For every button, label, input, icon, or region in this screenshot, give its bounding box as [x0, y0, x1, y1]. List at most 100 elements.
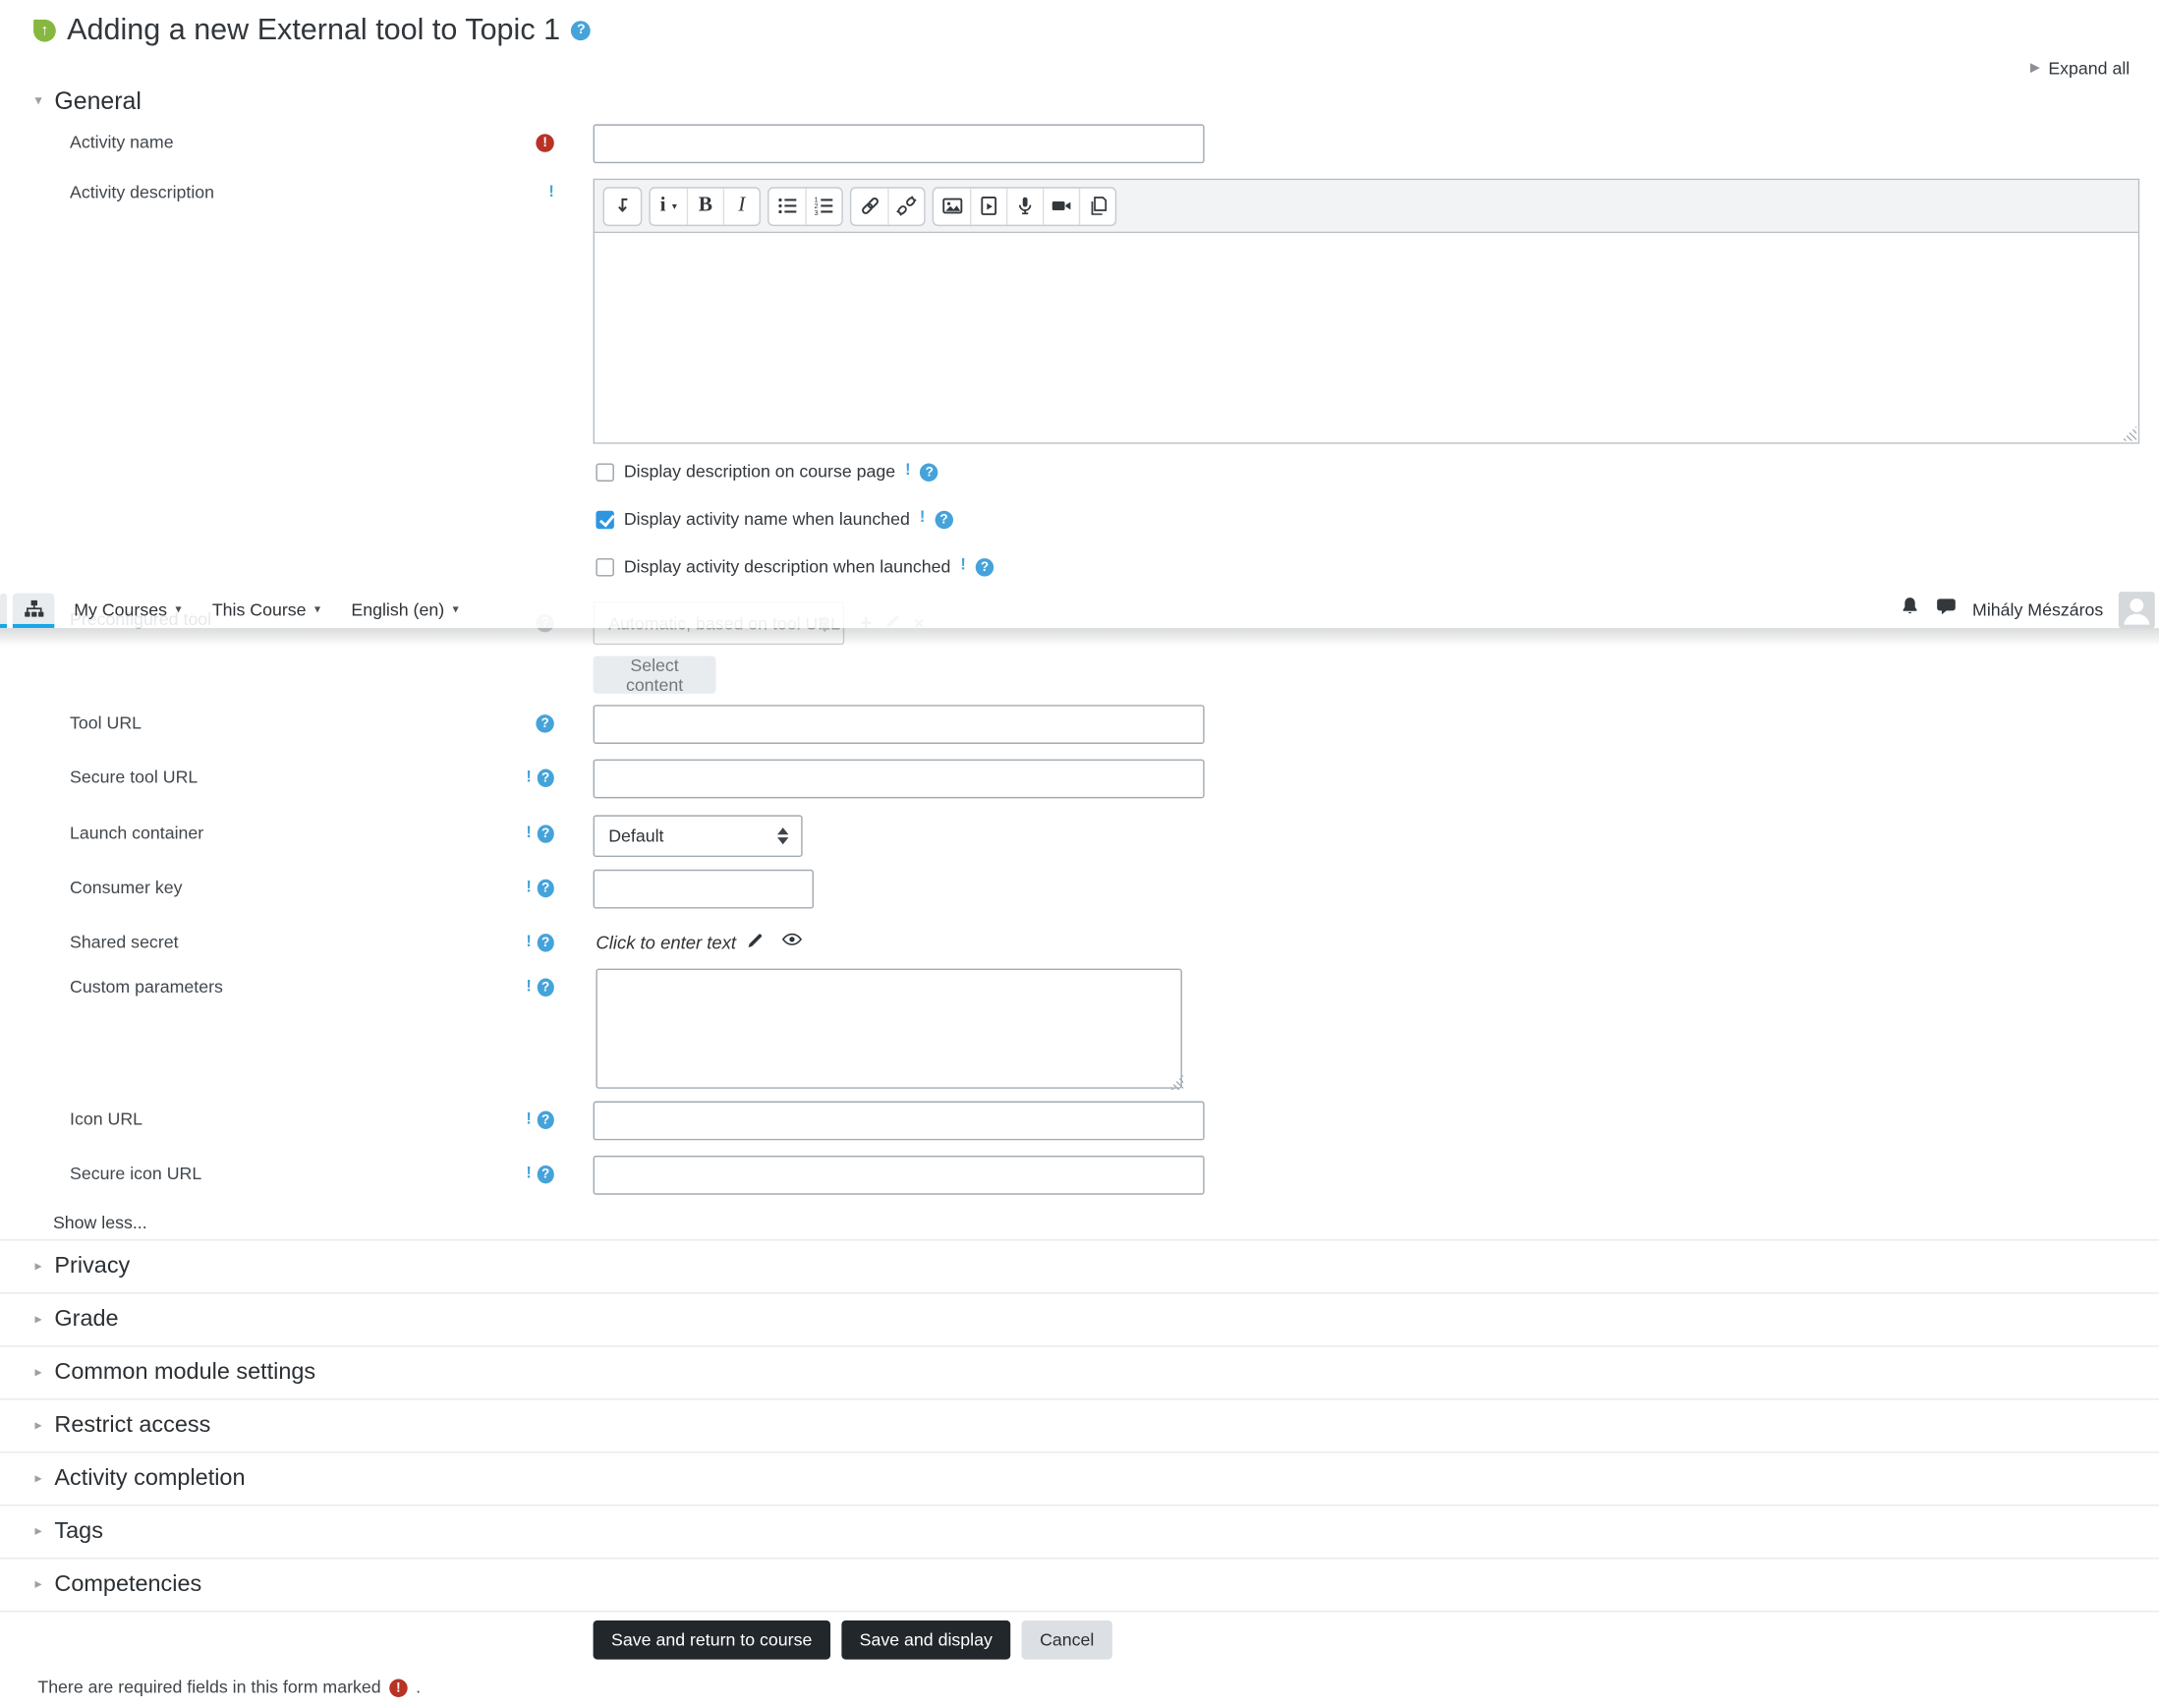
pencil-icon[interactable] [747, 931, 765, 953]
help-icon[interactable]: ? [935, 510, 953, 529]
secure-tool-url-label: Secure tool URL [70, 768, 199, 787]
help-icon[interactable]: ? [537, 934, 554, 952]
help-icon[interactable]: ? [537, 879, 554, 898]
italic-icon[interactable]: I [722, 188, 760, 224]
show-less-link[interactable]: Show less... [53, 1213, 147, 1232]
launch-container-select[interactable]: Default [593, 815, 803, 858]
help-icon[interactable]: ? [571, 20, 592, 40]
help-icon[interactable]: ? [536, 714, 554, 733]
required-icon[interactable]: ! [536, 134, 554, 152]
expand-all-link[interactable]: ▶ Expand all [2030, 59, 2130, 79]
help-icon[interactable]: ? [975, 557, 994, 576]
unordered-list-icon[interactable] [769, 188, 806, 224]
info-icon[interactable]: ! [526, 1111, 531, 1128]
caret-down-icon: ▾ [175, 601, 182, 617]
form-actions: Save and return to course Save and displ… [593, 1620, 1112, 1660]
nav-tab-partial[interactable] [0, 593, 8, 629]
tool-url-label: Tool URL [70, 712, 142, 733]
section-competencies[interactable]: ▸ Competencies [0, 1559, 2159, 1613]
section-activity-completion[interactable]: ▸ Activity completion [0, 1452, 2159, 1507]
bold-icon[interactable]: B [686, 188, 723, 224]
activity-name-label: Activity name [70, 132, 174, 152]
consumer-key-input[interactable] [593, 869, 814, 909]
info-icon[interactable]: ! [526, 1166, 531, 1182]
nav-user-area: Mihály Mészáros [1900, 591, 2159, 628]
icon-url-input[interactable] [593, 1101, 1205, 1141]
section-restrict-access[interactable]: ▸ Restrict access [0, 1399, 2159, 1453]
info-icon[interactable]: ! [526, 826, 531, 841]
shared-secret-value[interactable]: Click to enter text [596, 931, 803, 953]
record-audio-icon[interactable] [1005, 188, 1043, 224]
collapsed-sections: ▸ Privacy ▸ Grade ▸ Common module settin… [0, 1239, 2159, 1613]
help-icon[interactable]: ? [537, 978, 554, 997]
paragraph-styles-icon[interactable]: i ▾ [651, 188, 687, 224]
messages-icon[interactable] [1936, 596, 1957, 623]
section-grade[interactable]: ▸ Grade [0, 1294, 2159, 1347]
checkbox-label: Display description on course page [623, 462, 896, 482]
user-name[interactable]: Mihály Mészáros [1972, 599, 2103, 619]
chevron-right-icon: ▸ [34, 1470, 42, 1487]
resize-handle[interactable] [2121, 426, 2137, 441]
help-icon[interactable]: ? [537, 1165, 554, 1184]
secure-icon-url-label: Secure icon URL [70, 1164, 202, 1184]
checkbox-row-display-description: Display description on course page ! ? [596, 462, 938, 482]
checkbox-display-activity-name[interactable] [596, 510, 614, 529]
unlink-icon[interactable] [887, 188, 924, 224]
collapse-toolbar-icon[interactable] [604, 188, 641, 224]
manage-files-icon[interactable] [1078, 188, 1115, 224]
svg-text:3: 3 [815, 208, 819, 216]
chevron-down-icon: ▾ [34, 93, 42, 109]
info-icon[interactable]: ! [548, 185, 553, 201]
checkbox-row-display-activity-description: Display activity description when launch… [596, 557, 994, 577]
section-tags[interactable]: ▸ Tags [0, 1506, 2159, 1560]
help-icon[interactable]: ? [537, 825, 554, 843]
info-icon[interactable]: ! [526, 934, 531, 950]
checkbox-display-activity-description[interactable] [596, 557, 614, 576]
section-privacy[interactable]: ▸ Privacy [0, 1241, 2159, 1294]
nav-menu-this-course[interactable]: This Course ▾ [212, 599, 320, 619]
secure-icon-url-input[interactable] [593, 1155, 1205, 1195]
activity-description-editor: i ▾ B I 123 [593, 178, 2140, 444]
checkbox-display-description[interactable] [596, 462, 614, 482]
select-arrows-icon [777, 827, 789, 845]
info-icon[interactable]: ! [526, 769, 531, 786]
tool-url-input[interactable] [593, 705, 1205, 744]
info-icon[interactable]: ! [905, 463, 910, 480]
cancel-button[interactable]: Cancel [1021, 1620, 1112, 1660]
info-icon[interactable]: ! [960, 558, 965, 574]
icon-url-label: Icon URL [70, 1110, 143, 1129]
chevron-right-icon: ▸ [34, 1311, 42, 1328]
help-icon[interactable]: ? [537, 769, 554, 787]
caret-down-icon: ▾ [314, 601, 321, 617]
activity-name-input[interactable] [593, 124, 1205, 164]
consumer-key-label: Consumer key [70, 878, 183, 898]
save-and-return-button[interactable]: Save and return to course [593, 1620, 830, 1660]
save-and-display-button[interactable]: Save and display [841, 1620, 1011, 1660]
section-common-module-settings[interactable]: ▸ Common module settings [0, 1346, 2159, 1400]
notifications-bell-icon[interactable] [1900, 596, 1920, 623]
record-video-icon[interactable] [1042, 188, 1079, 224]
info-icon[interactable]: ! [920, 510, 925, 527]
eye-icon[interactable] [782, 931, 803, 953]
info-icon[interactable]: ! [526, 880, 531, 896]
custom-parameters-textarea[interactable] [596, 968, 1182, 1089]
secure-tool-url-input[interactable] [593, 759, 1205, 799]
nav-menu-my-courses[interactable]: My Courses ▾ [74, 599, 181, 619]
nav-tab-sitemap[interactable] [12, 593, 55, 629]
info-icon[interactable]: ! [526, 979, 531, 996]
link-icon[interactable] [851, 188, 887, 224]
editor-content-area[interactable] [595, 233, 2138, 443]
section-general-header[interactable]: ▾ General [35, 86, 142, 116]
help-icon[interactable]: ? [920, 462, 938, 482]
ordered-list-icon[interactable]: 123 [805, 188, 841, 224]
avatar[interactable] [2118, 591, 2155, 628]
help-icon[interactable]: ? [537, 1110, 554, 1129]
top-navbar: My Courses ▾ This Course ▾ English (en) … [0, 590, 2159, 647]
insert-image-icon[interactable] [934, 188, 970, 224]
chevron-right-icon: ▸ [34, 1259, 42, 1275]
chevron-right-icon: ▸ [34, 1364, 42, 1381]
nav-menu-language[interactable]: English (en) ▾ [351, 599, 458, 619]
chevron-right-icon: ▸ [34, 1523, 42, 1540]
insert-media-icon[interactable] [970, 188, 1006, 224]
caret-down-icon: ▾ [452, 601, 459, 617]
